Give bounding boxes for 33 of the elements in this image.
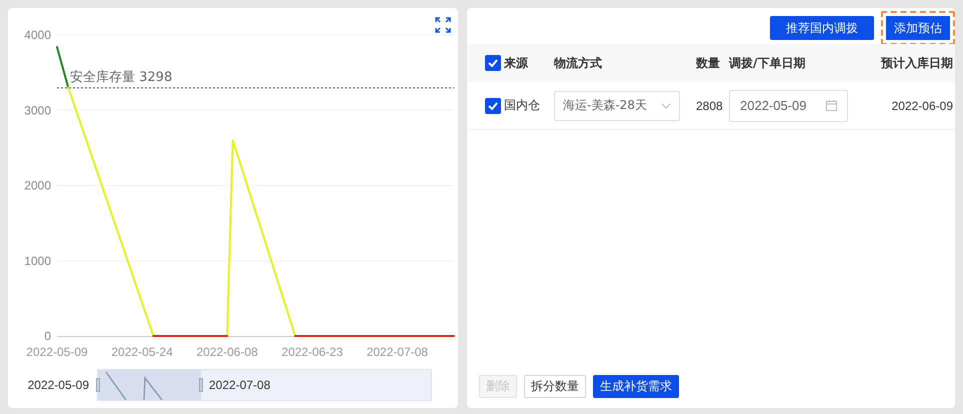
fullscreen-icon[interactable] [435,17,451,33]
shipping-select[interactable]: 海运-美森-28天 [554,90,680,120]
footer-button[interactable]: 生成补货需求 [593,375,679,398]
table-cell-text: 2022-06-09 [892,98,954,112]
x-axis-label: 2022-06-08 [196,345,258,359]
column-header: 预计入库日期 [881,54,954,72]
y-axis-label: 3000 [24,103,51,118]
checkmark-icon [488,102,498,110]
checkbox[interactable] [485,98,501,114]
checkbox[interactable] [485,55,501,71]
range-start-label: 2022-05-09 [26,378,90,392]
column-header: 物流方式 [554,54,603,72]
chevron-down-icon [661,102,671,108]
column-header: 来源 [504,54,529,72]
date-field[interactable]: 2022-05-09 [729,90,848,122]
action-button[interactable]: 推荐国内调拨 [770,16,874,40]
calendar-icon [826,100,837,111]
column-header: 调拨/下单日期 [729,54,806,72]
x-axis-label: 2022-05-09 [26,345,88,359]
column-header: 数量 [696,54,721,72]
x-axis-label: 2022-05-24 [111,345,173,359]
footer-button[interactable]: 拆分数量 [524,375,586,398]
safety-stock-label: 安全库存量 3298 [70,70,172,85]
checkmark-icon [488,59,498,67]
table-cell-text: 2808 [696,98,724,112]
table-cell-text: 国内仓 [504,97,541,114]
y-axis-label: 2000 [24,178,51,192]
y-axis-label: 0 [44,329,51,343]
action-button[interactable]: 添加预估 [881,11,955,45]
y-axis-label: 4000 [24,28,51,42]
x-axis-label: 2022-07-08 [366,345,428,359]
y-axis-label: 1000 [24,254,51,268]
x-axis-label: 2022-06-23 [282,345,343,359]
